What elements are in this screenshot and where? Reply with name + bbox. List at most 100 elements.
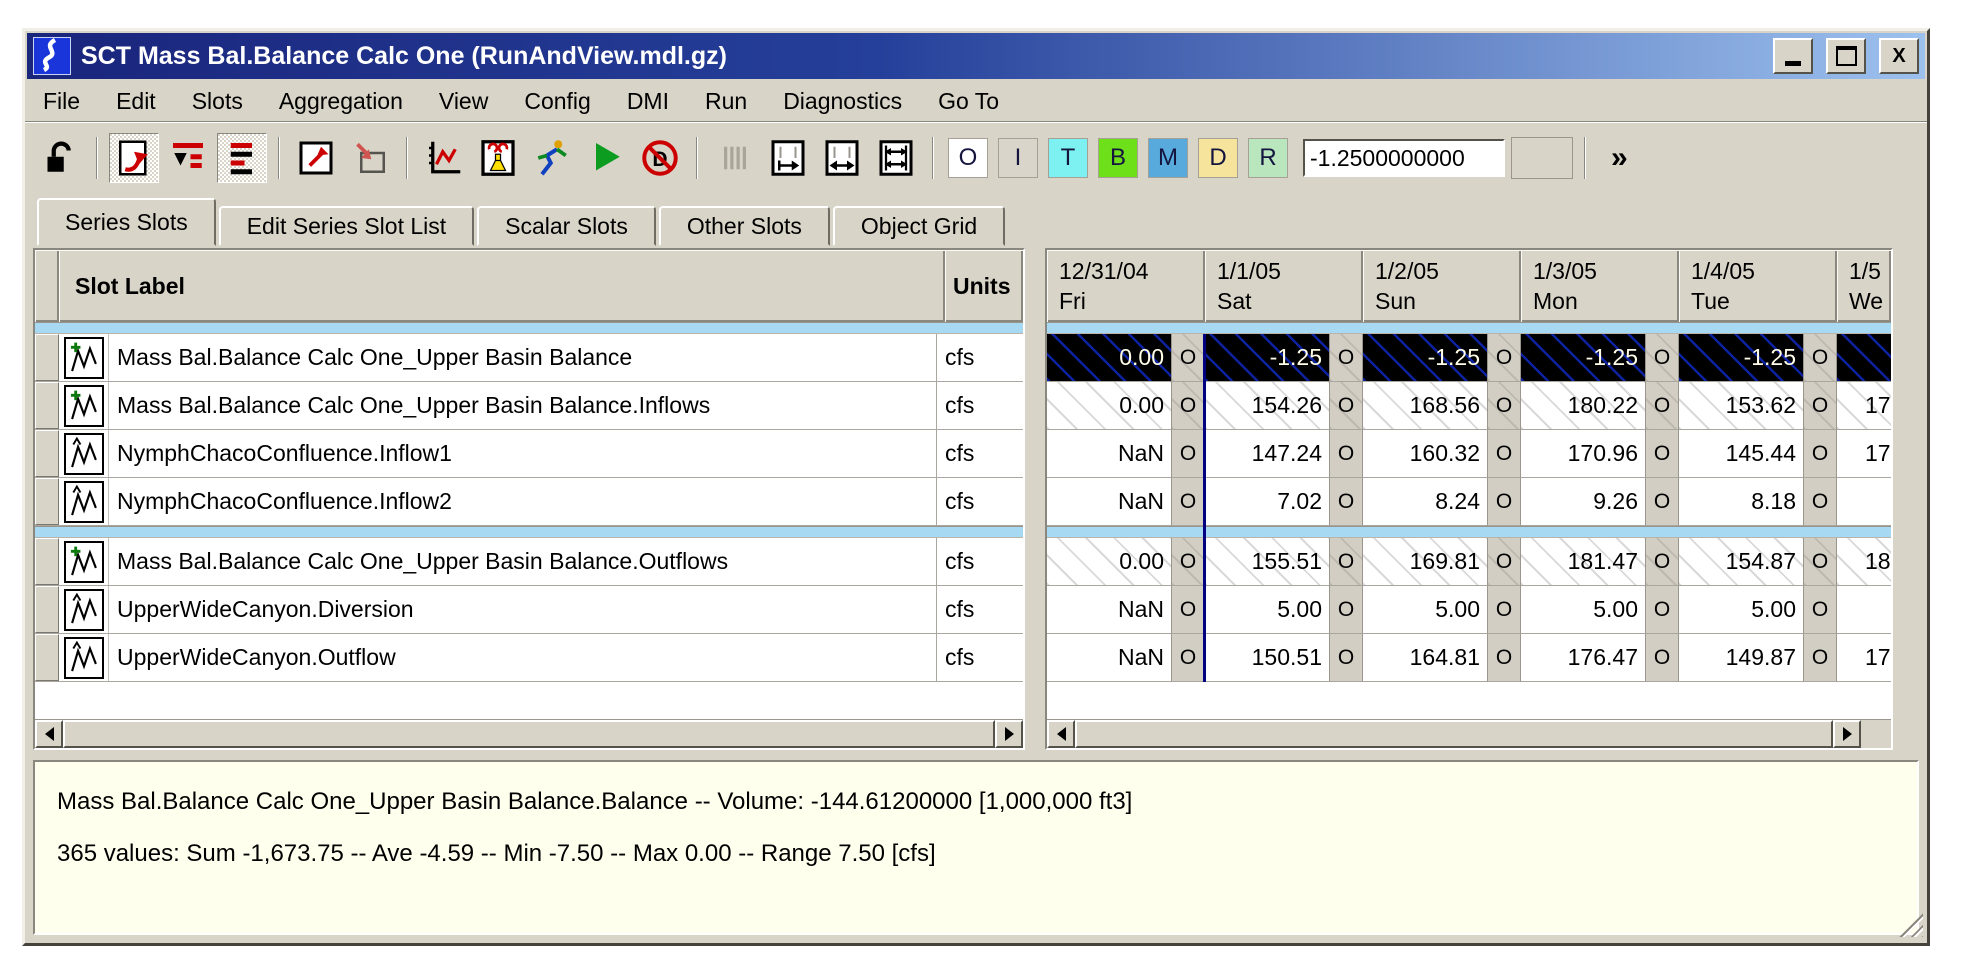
slot-label[interactable]: Mass Bal.Balance Calc One_Upper Basin Ba… <box>109 538 937 585</box>
scroll-right-button[interactable] <box>1833 720 1861 748</box>
menu-item-slots[interactable]: Slots <box>192 88 243 115</box>
output-flag-cell[interactable]: O <box>1329 430 1363 478</box>
slot-row[interactable]: NymphChacoConfluence.Inflow1cfs <box>35 430 1023 478</box>
value-cell[interactable]: 155.51 <box>1205 538 1329 586</box>
right-horizontal-scrollbar[interactable] <box>1047 719 1891 748</box>
output-flag-cell[interactable]: O <box>1645 430 1679 478</box>
slot-label[interactable]: Mass Bal.Balance Calc One_Upper Basin Ba… <box>109 334 937 381</box>
timestep-marks-button[interactable] <box>709 133 759 183</box>
tab-object-grid[interactable]: Object Grid <box>833 206 1005 246</box>
value-cell[interactable]: 160.32 <box>1363 430 1487 478</box>
slot-row[interactable]: Mass Bal.Balance Calc One_Upper Basin Ba… <box>35 334 1023 382</box>
left-horizontal-scrollbar[interactable] <box>35 719 1023 748</box>
value-cell[interactable]: 17 <box>1837 634 1893 682</box>
scroll-left-button[interactable] <box>1047 720 1075 748</box>
pane-divider[interactable] <box>1025 248 1045 750</box>
value-cell[interactable]: 8.18 <box>1679 478 1803 526</box>
output-flag-cell[interactable]: O <box>1645 538 1679 586</box>
run-control-button[interactable] <box>527 133 577 183</box>
output-flag-cell[interactable]: O <box>1803 586 1837 634</box>
slot-label[interactable]: NymphChacoConfluence.Inflow2 <box>109 478 937 525</box>
value-cell[interactable]: 150.51 <box>1205 634 1329 682</box>
value-cell[interactable]: 180.22 <box>1521 382 1645 430</box>
output-flag-cell[interactable]: O <box>1487 334 1521 382</box>
output-flag-cell[interactable]: O <box>1803 382 1837 430</box>
reload-series-button[interactable] <box>109 133 159 183</box>
menu-item-edit[interactable]: Edit <box>116 88 156 115</box>
vertical-scrollbar-track[interactable] <box>1893 248 1923 750</box>
flag-button-i[interactable]: I <box>998 138 1038 178</box>
slot-label[interactable]: UpperWideCanyon.Diversion <box>109 586 937 633</box>
value-cell[interactable]: NaN <box>1047 478 1171 526</box>
value-cell[interactable]: NaN <box>1047 586 1171 634</box>
value-cell[interactable]: -1.25 <box>1521 334 1645 382</box>
value-cell[interactable]: 0.00 <box>1047 334 1171 382</box>
row-handle[interactable] <box>35 634 59 681</box>
value-cell[interactable]: 7.02 <box>1205 478 1329 526</box>
expand-dialog-button[interactable] <box>291 133 341 183</box>
value-cell[interactable]: 176.47 <box>1521 634 1645 682</box>
output-flag-cell[interactable]: O <box>1645 586 1679 634</box>
value-cell[interactable]: 5.00 <box>1363 586 1487 634</box>
collapse-dialog-button[interactable] <box>345 133 395 183</box>
flag-button-o[interactable]: O <box>948 138 988 178</box>
row-handle[interactable] <box>35 586 59 633</box>
value-cell[interactable]: 18 <box>1837 538 1893 586</box>
output-flag-cell[interactable]: O <box>1487 382 1521 430</box>
value-cell[interactable]: 147.24 <box>1205 430 1329 478</box>
value-cell[interactable]: 164.81 <box>1363 634 1487 682</box>
value-cell[interactable]: 154.26 <box>1205 382 1329 430</box>
slot-row[interactable]: NymphChacoConfluence.Inflow2cfs <box>35 478 1023 526</box>
value-cell[interactable]: 168.56 <box>1363 382 1487 430</box>
value-cell[interactable]: 5.00 <box>1679 586 1803 634</box>
slot-row[interactable]: Mass Bal.Balance Calc One_Upper Basin Ba… <box>35 382 1023 430</box>
output-flag-cell[interactable]: O <box>1803 334 1837 382</box>
toolbar-overflow-button[interactable]: » <box>1611 141 1628 175</box>
output-flag-cell[interactable]: O <box>1171 430 1205 478</box>
output-flag-cell[interactable]: O <box>1171 586 1205 634</box>
slot-bars-button[interactable] <box>217 133 267 183</box>
slot-label[interactable]: Mass Bal.Balance Calc One_Upper Basin Ba… <box>109 382 937 429</box>
flag-button-d[interactable]: D <box>1198 138 1238 178</box>
output-flag-cell[interactable]: O <box>1487 538 1521 586</box>
date-column-header[interactable]: 1/5We <box>1837 250 1891 322</box>
value-cell[interactable]: 5.00 <box>1205 586 1329 634</box>
output-flag-cell[interactable]: O <box>1645 382 1679 430</box>
value-cell[interactable] <box>1837 478 1891 526</box>
slot-row[interactable]: UpperWideCanyon.Diversioncfs <box>35 586 1023 634</box>
date-column-header[interactable]: 1/4/05Tue <box>1679 250 1837 322</box>
stop-run-button[interactable]: D <box>635 133 685 183</box>
menu-item-aggregation[interactable]: Aggregation <box>279 88 403 115</box>
value-cell[interactable]: 153.62 <box>1679 382 1803 430</box>
value-cell[interactable]: 154.87 <box>1679 538 1803 586</box>
flag-button-t[interactable]: T <box>1048 138 1088 178</box>
date-column-header[interactable]: 1/2/05Sun <box>1363 250 1521 322</box>
menu-item-go-to[interactable]: Go To <box>938 88 999 115</box>
date-column-header[interactable]: 1/1/05Sat <box>1205 250 1363 322</box>
output-flag-cell[interactable]: O <box>1803 634 1837 682</box>
filter-slots-button[interactable] <box>163 133 213 183</box>
value-cell[interactable]: 149.87 <box>1679 634 1803 682</box>
value-cell[interactable]: 5.00 <box>1521 586 1645 634</box>
col-width-right-button[interactable] <box>763 133 813 183</box>
output-flag-cell[interactable]: O <box>1171 478 1205 526</box>
slot-label[interactable]: UpperWideCanyon.Outflow <box>109 634 937 681</box>
value-cell[interactable]: 0.00 <box>1047 382 1171 430</box>
output-flag-cell[interactable]: O <box>1645 334 1679 382</box>
maximize-button[interactable] <box>1826 38 1866 74</box>
menu-item-dmi[interactable]: DMI <box>627 88 669 115</box>
value-cell[interactable]: 0.00 <box>1047 538 1171 586</box>
tab-edit-series-slot-list[interactable]: Edit Series Slot List <box>219 206 474 246</box>
title-bar[interactable]: SCT Mass Bal.Balance Calc One (RunAndVie… <box>27 33 1925 79</box>
value-cell[interactable]: 169.81 <box>1363 538 1487 586</box>
menu-item-view[interactable]: View <box>439 88 488 115</box>
value-cell[interactable]: 9.26 <box>1521 478 1645 526</box>
value-cell[interactable] <box>1837 586 1891 634</box>
col-width-full-button[interactable] <box>871 133 921 183</box>
value-cell[interactable]: 17 <box>1837 382 1893 430</box>
value-cell[interactable]: -1.25 <box>1205 334 1329 382</box>
row-handle[interactable] <box>35 478 59 525</box>
slot-row[interactable]: Mass Bal.Balance Calc One_Upper Basin Ba… <box>35 538 1023 586</box>
menu-item-run[interactable]: Run <box>705 88 747 115</box>
output-flag-cell[interactable]: O <box>1329 634 1363 682</box>
